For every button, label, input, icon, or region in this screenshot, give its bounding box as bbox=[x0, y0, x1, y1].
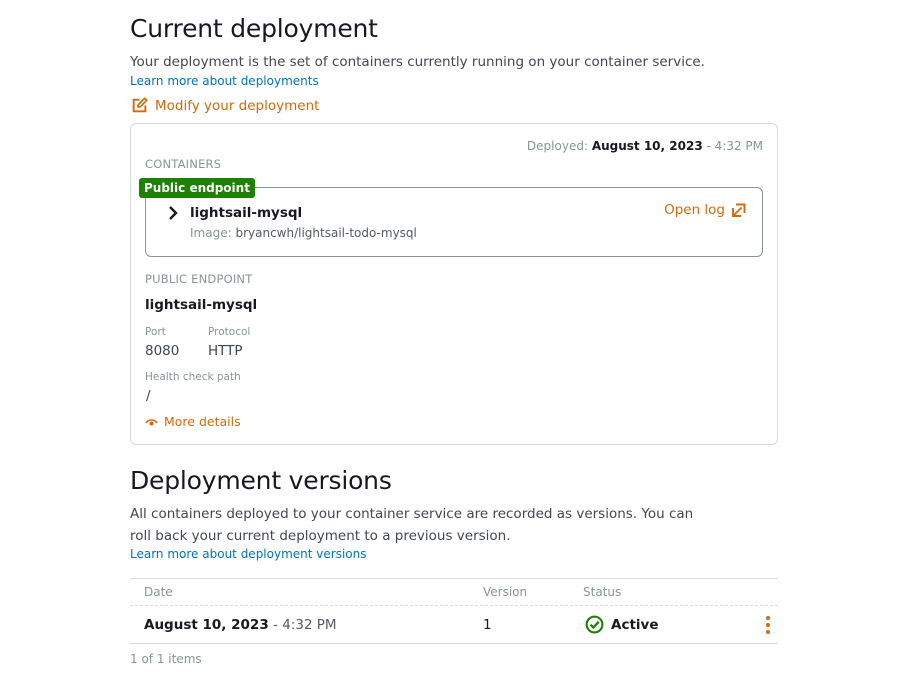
modify-deployment-label: Modify your deployment bbox=[155, 97, 320, 114]
row-date: August 10, 2023 bbox=[144, 617, 269, 633]
row-date-cell: August 10, 2023 - 4:32 PM bbox=[144, 617, 337, 633]
table-row[interactable]: August 10, 2023 - 4:32 PM 1 Active bbox=[130, 606, 778, 644]
endpoint-name: lightsail-mysql bbox=[145, 297, 258, 313]
row-actions-menu-icon[interactable] bbox=[764, 616, 772, 634]
image-label: Image: bbox=[190, 226, 232, 240]
deployed-label: Deployed: bbox=[526, 139, 588, 153]
row-status: Active bbox=[585, 615, 659, 634]
learn-more-versions-link[interactable]: Learn more about deployment versions bbox=[130, 547, 366, 561]
deployed-timestamp: Deployed: August 10, 2023 - 4:32 PM bbox=[527, 139, 763, 153]
image-value: bryancwh/lightsail-todo-mysql bbox=[235, 226, 417, 240]
more-details-label: More details bbox=[164, 414, 241, 429]
open-log-icon bbox=[732, 203, 746, 217]
row-date-separator: - bbox=[268, 617, 283, 633]
versions-description-line1: All containers deployed to your containe… bbox=[130, 506, 694, 522]
column-date[interactable]: Date bbox=[144, 585, 173, 599]
open-log-label: Open log bbox=[664, 202, 725, 218]
containers-caption: CONTAINERS bbox=[145, 157, 222, 171]
versions-table: Date Version Status August 10, 2023 - 4:… bbox=[130, 578, 778, 644]
deployed-date: August 10, 2023 bbox=[591, 139, 703, 153]
check-circle-icon bbox=[585, 615, 604, 634]
column-version[interactable]: Version bbox=[483, 585, 527, 599]
protocol-label: Protocol bbox=[208, 326, 251, 338]
row-status-label: Active bbox=[611, 616, 659, 633]
health-check-value: / bbox=[146, 388, 151, 404]
public-endpoint-caption: PUBLIC ENDPOINT bbox=[145, 272, 253, 286]
protocol-value: HTTP bbox=[208, 343, 243, 359]
health-check-label: Health check path bbox=[145, 371, 241, 383]
deployment-card: Deployed: August 10, 2023 - 4:32 PM CONT… bbox=[130, 123, 778, 445]
port-label: Port bbox=[145, 326, 166, 338]
public-endpoint-badge: Public endpoint bbox=[139, 178, 255, 198]
deployed-time: 4:32 PM bbox=[714, 139, 763, 153]
eye-icon bbox=[145, 418, 158, 425]
table-header: Date Version Status bbox=[130, 578, 778, 606]
modify-deployment-button[interactable]: Modify your deployment bbox=[131, 97, 319, 114]
row-time: 4:32 PM bbox=[282, 617, 337, 633]
deployment-versions-title: Deployment versions bbox=[130, 466, 392, 495]
learn-more-deployments-link[interactable]: Learn more about deployments bbox=[130, 74, 319, 88]
port-value: 8080 bbox=[145, 343, 180, 359]
container-image: Image: bryancwh/lightsail-todo-mysql bbox=[190, 226, 417, 240]
column-status[interactable]: Status bbox=[583, 585, 621, 599]
row-version: 1 bbox=[483, 617, 492, 633]
current-deployment-title: Current deployment bbox=[130, 14, 378, 43]
items-count: 1 of 1 items bbox=[130, 652, 202, 666]
edit-icon bbox=[132, 97, 148, 113]
chevron-right-icon[interactable] bbox=[166, 205, 180, 221]
container-name: lightsail-mysql bbox=[190, 205, 303, 221]
versions-description-line2: roll back your current deployment to a p… bbox=[130, 528, 511, 544]
open-log-button[interactable]: Open log bbox=[664, 201, 748, 219]
deployed-separator: - bbox=[702, 139, 715, 153]
current-deployment-description: Your deployment is the set of containers… bbox=[130, 54, 705, 70]
more-details-link[interactable]: More details bbox=[145, 414, 241, 429]
